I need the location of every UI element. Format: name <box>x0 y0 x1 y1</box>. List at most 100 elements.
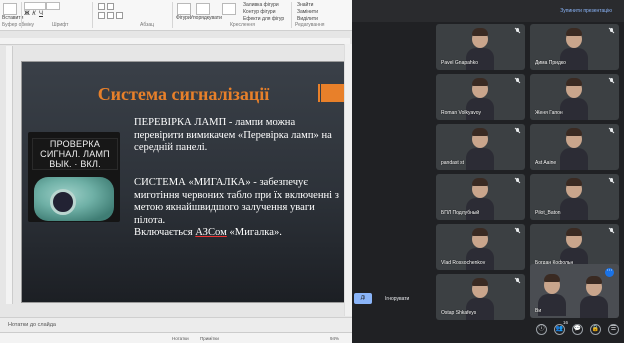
align-center-icon[interactable] <box>107 12 114 19</box>
participant-tile[interactable]: БПЛ Подлубный <box>436 174 525 220</box>
mic-muted-icon <box>515 78 520 83</box>
mic-muted-icon <box>609 28 614 33</box>
participant-name: Pilot_Baton <box>535 210 561 216</box>
flasher-breaker-name: АЗСом <box>195 227 227 238</box>
photo-sign-line: ВЫК. · ВКЛ. <box>49 159 101 169</box>
mic-muted-icon <box>515 28 520 33</box>
photo-switch-knob <box>50 189 76 215</box>
bullets-icon[interactable] <box>98 3 105 10</box>
meet-window: Зупинити презентацію Ді Ігнорувати Pavel… <box>352 0 624 343</box>
mic-muted-icon <box>515 178 520 183</box>
flasher-enable-suffix: «Мигалка». <box>226 227 282 238</box>
participant-video <box>560 178 588 220</box>
chat-icon[interactable]: 💬 <box>572 324 583 335</box>
meet-top-bar: Зупинити презентацію <box>352 0 624 22</box>
participant-name: Vlad Rossochenkov <box>441 260 486 266</box>
present-button[interactable]: Ді <box>354 293 372 304</box>
italic-button[interactable]: К <box>31 11 37 17</box>
paragraph-group-label: Абзац <box>140 22 155 28</box>
shape-fill-label[interactable]: Заливка фігури <box>243 2 279 8</box>
self-video-person <box>538 274 566 316</box>
align-left-icon[interactable] <box>98 12 105 19</box>
participant-tile[interactable]: Дима Придко <box>530 24 619 70</box>
flasher-enable-prefix: Включається <box>134 227 196 238</box>
notes-placeholder: Нотатки до слайда <box>8 322 56 328</box>
font-group-label: Шрифт <box>52 22 69 28</box>
people-icon[interactable]: 👥 <box>554 324 565 335</box>
participant-name: Roman Volkyavoy <box>441 110 482 116</box>
notes-pane[interactable]: Нотатки до слайда <box>0 317 352 332</box>
font-name-select[interactable] <box>24 2 46 10</box>
participant-video <box>560 128 588 170</box>
participant-count-badge: 16 <box>563 320 569 325</box>
participant-tile[interactable]: Ast Aaine <box>530 124 619 170</box>
ignore-button[interactable]: Ігнорувати <box>385 296 409 302</box>
flasher-description: СИСТЕМА «МИГАЛКА» - забезпечує миготіння… <box>134 177 339 226</box>
numbering-icon[interactable] <box>107 3 114 10</box>
bold-button[interactable]: Ж <box>24 11 30 17</box>
info-icon[interactable]: ⓘ <box>536 324 547 335</box>
ribbon-separator <box>172 2 173 28</box>
powerpoint-window: Вставити Буфер обміну Ж К Ч Шрифт Абзац … <box>0 0 352 343</box>
paste-button[interactable] <box>3 3 17 15</box>
self-video-person <box>580 276 608 318</box>
font-size-select[interactable] <box>46 2 60 10</box>
participant-tile[interactable]: Женя Гапон <box>530 74 619 120</box>
participant-name: Pavel Gnapahko <box>441 60 478 66</box>
ribbon-separator <box>21 2 22 28</box>
title-accent-bar <box>318 84 345 102</box>
participant-tile[interactable]: Vlad Rossochenkov <box>436 224 525 270</box>
photo-sign-line: ПРОВЕРКА <box>49 139 101 149</box>
activities-icon[interactable]: ☰ <box>608 324 619 335</box>
meet-controls: ⓘ 👥 16 💬 🔒 ☰ <box>532 320 624 338</box>
mic-muted-icon <box>609 128 614 133</box>
participant-video <box>560 78 588 120</box>
ribbon-separator <box>291 2 292 28</box>
photo-switch <box>34 177 114 221</box>
stop-presenting-link[interactable]: Зупинити презентацію <box>560 8 612 14</box>
shapes-button[interactable] <box>177 3 191 15</box>
mic-muted-icon <box>515 128 520 133</box>
quick-styles-button[interactable] <box>222 3 236 15</box>
zoom-level[interactable]: 94% <box>330 336 339 341</box>
cockpit-panel-photo[interactable]: ПРОВЕРКА СИГНАЛ. ЛАМП ВЫК. · ВКЛ. <box>28 132 120 222</box>
horizontal-ruler <box>0 38 350 45</box>
participant-name: Дима Придко <box>535 60 566 66</box>
lock-icon[interactable]: 🔒 <box>590 324 601 335</box>
participant-tile[interactable]: Ostap Shkafeys <box>436 274 525 320</box>
participant-tile[interactable]: Pavel Gnapahko <box>436 24 525 70</box>
vertical-ruler <box>6 46 13 304</box>
participant-name: Ostap Shkafeys <box>441 310 477 316</box>
paragraph-flasher-system[interactable]: СИСТЕМА «МИГАЛКА» - забезпечує миготіння… <box>134 177 344 240</box>
participant-tile[interactable]: Pilot_Baton <box>530 174 619 220</box>
mic-muted-icon <box>515 278 520 283</box>
underline-button[interactable]: Ч <box>38 11 44 17</box>
participant-video <box>466 128 494 170</box>
participant-tile[interactable]: pandast st <box>436 124 525 170</box>
more-options-icon[interactable]: ⋯ <box>605 268 614 277</box>
participant-name: Ast Aaine <box>535 160 557 166</box>
drawing-group-label: Креслення <box>230 22 255 28</box>
vertical-scrollbar[interactable] <box>344 44 352 316</box>
replace-button[interactable]: Замінити <box>297 9 318 15</box>
comments-toggle[interactable]: Примітки <box>200 336 219 341</box>
notes-toggle[interactable]: Нотатки <box>172 336 189 341</box>
participant-tile[interactable]: Roman Volkyavoy <box>436 74 525 120</box>
ribbon: Вставити Буфер обміну Ж К Ч Шрифт Абзац … <box>0 0 352 31</box>
editing-group-label: Редагування <box>295 22 325 28</box>
slide-title[interactable]: Система сигналізації <box>22 84 345 105</box>
mic-muted-icon <box>609 178 614 183</box>
arrange-label: Упорядкувати <box>190 15 222 21</box>
participant-name: БПЛ Подлубный <box>441 210 480 216</box>
align-right-icon[interactable] <box>116 12 123 19</box>
paragraph-lamp-check[interactable]: ПЕРЕВІРКА ЛАМП - лампи можна перевірити … <box>134 117 344 155</box>
find-button[interactable]: Знайти <box>297 2 313 8</box>
status-bar: Нотатки Примітки 94% <box>0 332 352 343</box>
clipboard-group-label: Буфер обміну <box>2 22 35 28</box>
shapes-label: Фігури <box>176 15 191 21</box>
self-view-tile[interactable]: ⋯ Ви <box>530 264 619 318</box>
arrange-button[interactable] <box>196 3 210 15</box>
self-name: Ви <box>535 308 542 314</box>
slide[interactable]: Система сигналізації ПРОВЕРКА СИГНАЛ. ЛА… <box>21 61 346 303</box>
shape-outline-label[interactable]: Контур фігури <box>243 9 275 15</box>
